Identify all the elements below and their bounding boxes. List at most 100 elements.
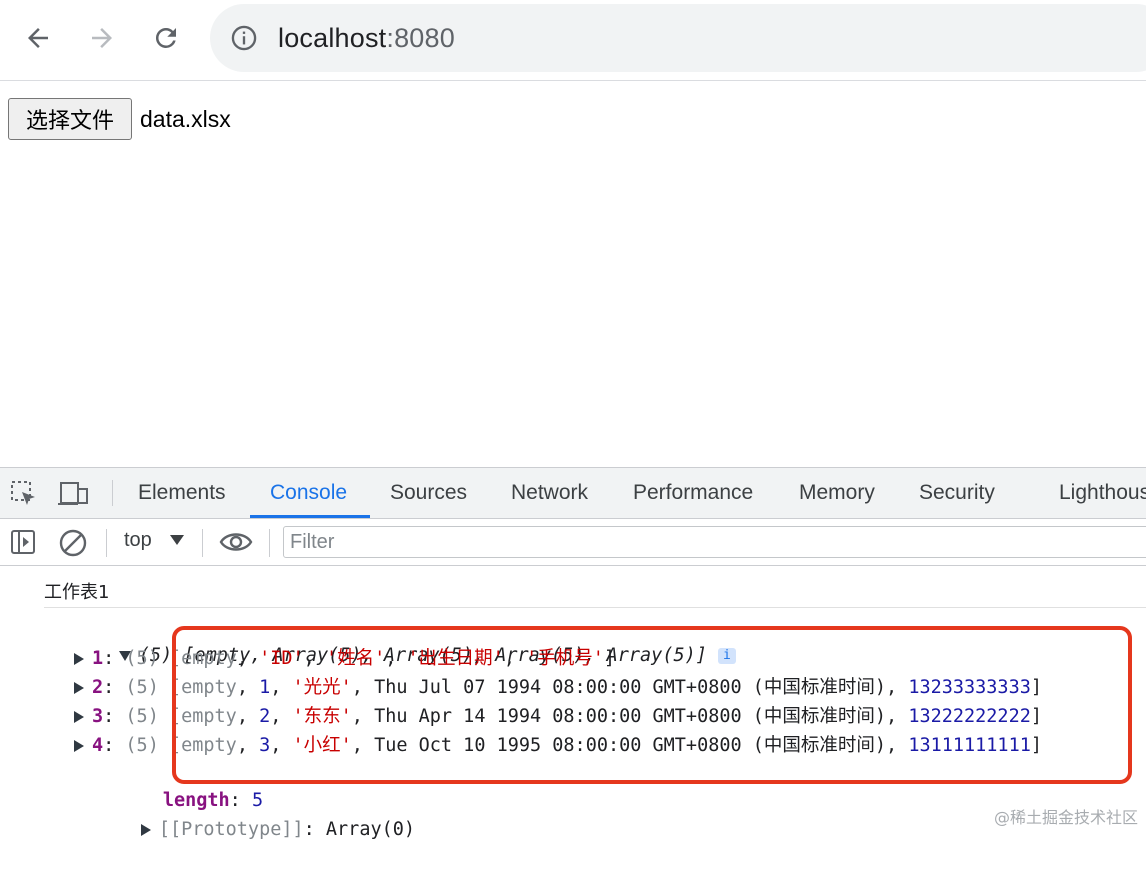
reload-icon bbox=[155, 27, 176, 48]
prototype-value: Array(0) bbox=[325, 819, 416, 840]
array-entry-row[interactable]: 3: (5) [empty, 2, '东东', Thu Apr 14 1994 … bbox=[74, 704, 1042, 730]
entry-value-part: , Thu Jul 07 1994 08:00:00 GMT+0800 (中国标… bbox=[351, 677, 909, 698]
expand-triangle-icon[interactable] bbox=[140, 824, 151, 836]
log-divider bbox=[44, 607, 1146, 608]
tab-performance[interactable]: Performance bbox=[633, 481, 753, 505]
watermark: @稀土掘金技术社区 bbox=[993, 808, 1138, 827]
clear-console-icon[interactable] bbox=[58, 528, 88, 563]
entry-value-part: 2 bbox=[259, 706, 271, 727]
inspect-element-icon[interactable] bbox=[10, 480, 38, 513]
entry-value-part: , bbox=[236, 648, 260, 669]
entry-value-part: 13111111111 bbox=[908, 735, 1031, 756]
address-bar[interactable]: localhost:8080 bbox=[210, 4, 1146, 72]
toolbar-divider bbox=[112, 480, 113, 506]
entry-value-part: , Thu Apr 14 1994 08:00:00 GMT+0800 (中国标… bbox=[351, 706, 909, 727]
entry-value-part: , bbox=[303, 648, 326, 669]
filter-box bbox=[283, 526, 1146, 558]
chevron-down-icon[interactable] bbox=[170, 535, 184, 545]
tab-elements[interactable]: Elements bbox=[138, 481, 226, 505]
entry-value-part: '出生日期' bbox=[407, 648, 504, 669]
entry-value-part: ] bbox=[1030, 677, 1042, 698]
choose-file-button[interactable]: 选择文件 bbox=[8, 98, 132, 140]
prototype-key: [[Prototype]] bbox=[158, 819, 304, 840]
entry-value-part: , bbox=[385, 648, 408, 669]
console-output: 工作表1 (5) [empty, Array(5), Array(5), Arr… bbox=[0, 566, 1146, 840]
array-entry-row[interactable]: 2: (5) [empty, 1, '光光', Thu Jul 07 1994 … bbox=[74, 675, 1042, 701]
arrow-right-icon bbox=[92, 28, 112, 48]
entry-value-part: ] bbox=[603, 648, 615, 669]
url-host: localhost bbox=[278, 23, 387, 53]
prototype-row[interactable]: [[Prototype]]: Array(0) bbox=[74, 791, 415, 840]
entry-index: 1 bbox=[92, 648, 104, 669]
entry-value-part: , bbox=[503, 648, 527, 669]
expand-triangle-icon[interactable] bbox=[74, 740, 84, 752]
devtools-panel: Elements Console Sources Network Perform… bbox=[0, 467, 1146, 840]
expand-triangle-icon[interactable] bbox=[74, 653, 84, 665]
entry-value-part: [empty bbox=[169, 735, 237, 756]
reload-button[interactable] bbox=[146, 18, 186, 58]
sidebar-toggle-icon[interactable] bbox=[10, 529, 36, 560]
info-badge[interactable]: i bbox=[718, 648, 736, 664]
array-entry-row[interactable]: 1: (5) [empty, 'ID', '姓名', '出生日期', '手机号'… bbox=[74, 646, 615, 672]
entry-value-part: , bbox=[270, 706, 293, 727]
forward-button[interactable] bbox=[82, 18, 122, 58]
console-toolbar: top bbox=[0, 519, 1146, 566]
entry-value-part: , bbox=[236, 735, 260, 756]
entry-count: (5) bbox=[125, 648, 159, 669]
devtools-tab-bar: Elements Console Sources Network Perform… bbox=[0, 468, 1146, 519]
entry-value-part: , bbox=[270, 677, 293, 698]
context-selector[interactable]: top bbox=[124, 529, 152, 552]
entry-value-part: ] bbox=[1030, 735, 1042, 756]
back-button[interactable] bbox=[18, 18, 58, 58]
tab-sources[interactable]: Sources bbox=[390, 481, 467, 505]
entry-index: 4 bbox=[92, 735, 104, 756]
url-port: :8080 bbox=[386, 23, 455, 53]
entry-value-part: '手机号' bbox=[526, 648, 604, 669]
entry-value-part: [empty bbox=[169, 677, 237, 698]
entry-value-part: ] bbox=[1030, 706, 1042, 727]
entry-value-part: 3 bbox=[259, 735, 271, 756]
toolbar-divider bbox=[202, 529, 203, 557]
arrow-left-icon bbox=[28, 28, 48, 48]
selected-file-name: data.xlsx bbox=[140, 106, 231, 132]
array-entry-row[interactable]: 4: (5) [empty, 3, '小红', Tue Oct 10 1995 … bbox=[74, 733, 1042, 759]
entry-value-part: , bbox=[236, 677, 260, 698]
device-toolbar-icon[interactable] bbox=[58, 480, 90, 513]
info-circle-icon[interactable] bbox=[230, 24, 258, 57]
toolbar-divider bbox=[269, 529, 270, 557]
entry-value-part: 13222222222 bbox=[908, 706, 1031, 727]
tab-lighthouse[interactable]: Lighthouse bbox=[1059, 481, 1146, 505]
entry-value-part: [empty bbox=[169, 706, 237, 727]
toolbar-divider bbox=[106, 529, 107, 557]
entry-value-part: '小红' bbox=[292, 735, 352, 756]
eye-icon[interactable] bbox=[219, 529, 253, 560]
entry-value-part: [empty bbox=[169, 648, 237, 669]
entry-index: 3 bbox=[92, 706, 104, 727]
entry-count: (5) bbox=[125, 735, 159, 756]
expand-triangle-icon[interactable] bbox=[74, 682, 84, 694]
entry-value-part: , Tue Oct 10 1995 08:00:00 GMT+0800 (中国标… bbox=[351, 735, 909, 756]
entry-value-part: '姓名' bbox=[325, 648, 386, 669]
tab-memory[interactable]: Memory bbox=[799, 481, 875, 505]
browser-toolbar: localhost:8080 bbox=[0, 0, 1146, 81]
entry-value-part: '光光' bbox=[292, 677, 352, 698]
entry-value-part: '东东' bbox=[292, 706, 352, 727]
console-log-label: 工作表1 bbox=[44, 582, 110, 603]
page-content: 选择文件 data.xlsx bbox=[0, 81, 1146, 467]
expand-triangle-icon[interactable] bbox=[74, 711, 84, 723]
filter-input[interactable] bbox=[284, 527, 1146, 557]
entry-count: (5) bbox=[125, 677, 159, 698]
tab-security[interactable]: Security bbox=[919, 481, 995, 505]
active-tab-indicator bbox=[250, 515, 370, 518]
array-summary-row[interactable]: (5) [empty, Array(5), Array(5), Array(5)… bbox=[52, 617, 736, 666]
entry-value-part: 13233333333 bbox=[908, 677, 1031, 698]
entry-value-part: , bbox=[236, 706, 260, 727]
entry-value-part: 'ID' bbox=[259, 648, 304, 669]
tab-console[interactable]: Console bbox=[270, 481, 347, 505]
entry-value-part: 1 bbox=[259, 677, 271, 698]
entry-index: 2 bbox=[92, 677, 104, 698]
url-text: localhost:8080 bbox=[278, 23, 455, 54]
entry-value-part: , bbox=[270, 735, 293, 756]
entry-count: (5) bbox=[125, 706, 159, 727]
tab-network[interactable]: Network bbox=[511, 481, 588, 505]
